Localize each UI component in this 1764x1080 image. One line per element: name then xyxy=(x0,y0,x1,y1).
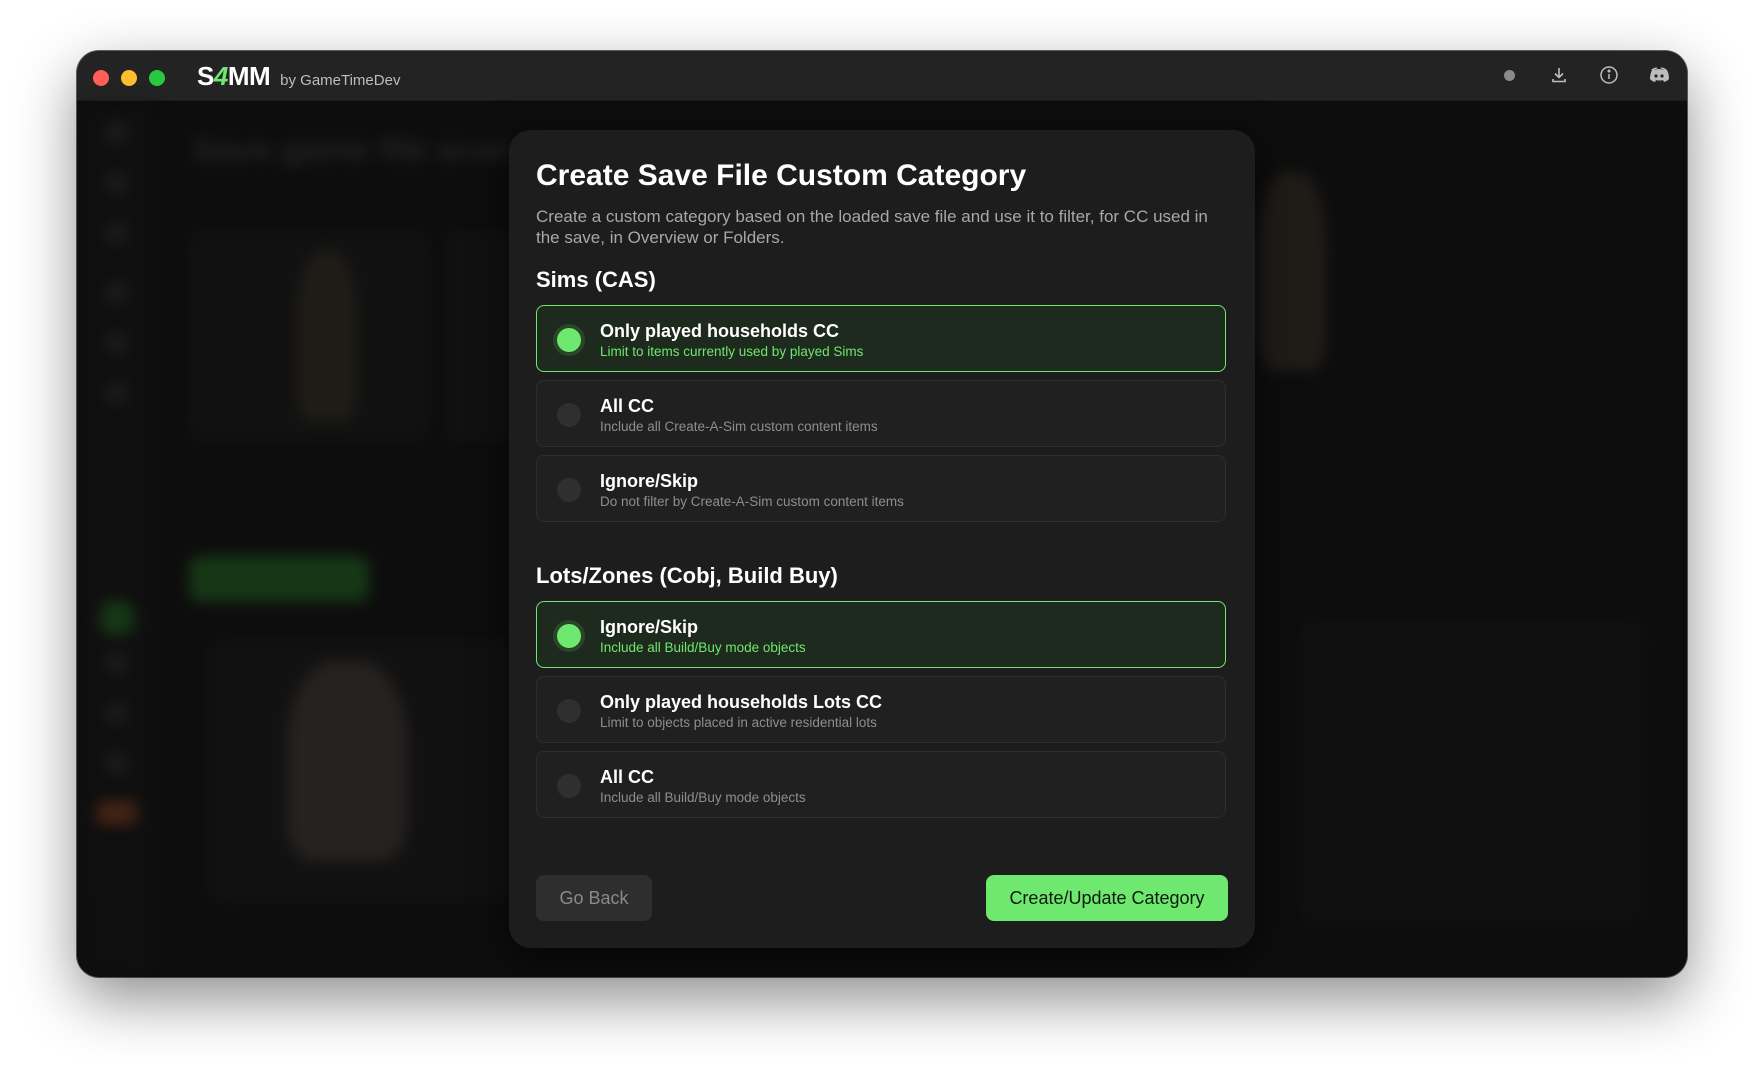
option-lots-ignore[interactable]: Ignore/Skip Include all Build/Buy mode o… xyxy=(536,601,1226,668)
status-dot-icon xyxy=(1497,63,1521,87)
option-label: Only played households Lots CC xyxy=(600,692,883,712)
discord-icon[interactable] xyxy=(1647,63,1671,87)
maximize-window-button[interactable] xyxy=(149,70,165,86)
dialog-title: Create Save File Custom Category xyxy=(536,159,1027,192)
radio-selected-icon xyxy=(557,328,581,352)
option-sublabel: Include all Build/Buy mode objects xyxy=(600,790,806,805)
option-label: Only played households CC xyxy=(600,321,840,341)
dialog-description: Create a custom category based on the lo… xyxy=(536,207,1208,247)
sims-options: Only played households CC Limit to items… xyxy=(536,305,1228,522)
brand: S4MM by GameTimeDev xyxy=(197,61,400,92)
radio-unselected-icon xyxy=(557,774,581,798)
create-update-category-button[interactable]: Create/Update Category xyxy=(986,875,1228,921)
minimize-window-button[interactable] xyxy=(121,70,137,86)
option-label: All CC xyxy=(600,767,654,787)
lots-options: Ignore/Skip Include all Build/Buy mode o… xyxy=(536,601,1228,818)
radio-unselected-icon xyxy=(557,403,581,427)
titlebar-actions xyxy=(1497,63,1671,87)
option-lots-played-households[interactable]: Only played households Lots CC Limit to … xyxy=(536,676,1226,743)
download-icon[interactable] xyxy=(1547,63,1571,87)
option-sublabel: Limit to items currently used by played … xyxy=(600,344,864,359)
radio-unselected-icon xyxy=(557,478,581,502)
option-sims-ignore[interactable]: Ignore/Skip Do not filter by Create-A-Si… xyxy=(536,455,1226,522)
titlebar: S4MM by GameTimeDev xyxy=(77,51,1687,101)
option-label: Ignore/Skip xyxy=(600,471,699,491)
option-lots-all-cc[interactable]: All CC Include all Build/Buy mode object… xyxy=(536,751,1226,818)
close-window-button[interactable] xyxy=(93,70,109,86)
radio-unselected-icon xyxy=(557,699,581,723)
dialog-footer: Go Back Create/Update Category xyxy=(536,875,1228,921)
go-back-button[interactable]: Go Back xyxy=(536,875,652,921)
section-title-lots: Lots/Zones (Cobj, Build Buy) xyxy=(536,563,838,588)
app-byline: by GameTimeDev xyxy=(280,72,401,89)
option-label: Ignore/Skip xyxy=(600,617,699,637)
option-sublabel: Include all Build/Buy mode objects xyxy=(600,640,806,655)
app-logo: S4MM xyxy=(197,61,271,91)
section-title-sims: Sims (CAS) xyxy=(536,267,656,292)
option-sims-played-households[interactable]: Only played households CC Limit to items… xyxy=(536,305,1226,372)
option-sims-all-cc[interactable]: All CC Include all Create-A-Sim custom c… xyxy=(536,380,1226,447)
option-sublabel: Do not filter by Create-A-Sim custom con… xyxy=(600,494,904,509)
option-sublabel: Include all Create-A-Sim custom content … xyxy=(600,419,878,434)
info-icon[interactable] xyxy=(1597,63,1621,87)
option-label: All CC xyxy=(600,396,654,416)
traffic-lights xyxy=(93,70,165,86)
option-sublabel: Limit to objects placed in active reside… xyxy=(600,715,877,730)
app-window: S4MM by GameTimeDev Save game file scan … xyxy=(77,51,1687,977)
radio-selected-icon xyxy=(557,624,581,648)
custom-category-dialog: Create Save File Custom Category Create … xyxy=(509,130,1255,948)
